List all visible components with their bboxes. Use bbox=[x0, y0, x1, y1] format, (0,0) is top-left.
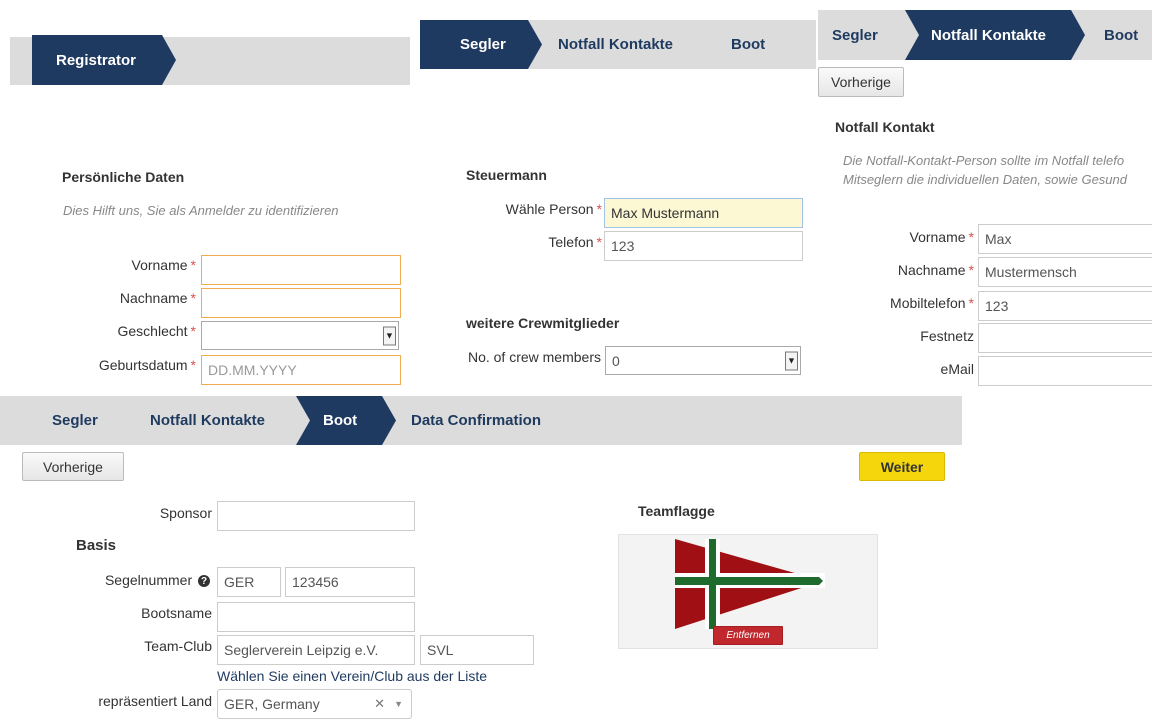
tab-segler[interactable]: Segler bbox=[52, 396, 98, 445]
section-hint: Dies Hilft uns, Sie als Anmelder zu iden… bbox=[63, 203, 339, 218]
previous-button[interactable]: Vorherige bbox=[22, 452, 124, 481]
nachname-label: Nachname * bbox=[897, 262, 974, 278]
chevron-down-icon[interactable]: ▼ bbox=[383, 326, 396, 345]
next-button[interactable]: Weiter bbox=[859, 452, 945, 481]
segelnummer-country-input[interactable]: GER bbox=[217, 567, 281, 597]
sponsor-label: Sponsor bbox=[159, 505, 212, 521]
tab-data-confirmation[interactable]: Data Confirmation bbox=[411, 396, 541, 445]
nachname-input[interactable] bbox=[201, 288, 401, 318]
basis-title: Basis bbox=[76, 537, 117, 554]
tab-registrator[interactable]: Registrator bbox=[32, 35, 176, 85]
geburtsdatum-input[interactable]: DD.MM.YYYY bbox=[201, 355, 401, 385]
nachname-label: Nachname * bbox=[119, 290, 196, 306]
festnetz-label: Festnetz bbox=[920, 328, 974, 344]
bootsname-input[interactable] bbox=[217, 602, 415, 632]
tab-boot[interactable]: Boot bbox=[296, 396, 396, 445]
email-label: eMail bbox=[940, 361, 974, 377]
person-label: Wähle Person * bbox=[505, 201, 602, 217]
tab-notfall-kontakte[interactable]: Notfall Kontakte bbox=[150, 396, 265, 445]
tab-boot[interactable]: Boot bbox=[1104, 10, 1138, 60]
section-title: Persönliche Daten bbox=[62, 169, 185, 185]
teamclub-label: Team-Club bbox=[144, 638, 212, 654]
segelnummer-input[interactable]: 123456 bbox=[285, 567, 415, 597]
crew-title: weitere Crewmitglieder bbox=[466, 315, 620, 331]
email-input[interactable] bbox=[978, 356, 1152, 386]
land-select[interactable]: GER, Germany ✕ ▼ bbox=[217, 689, 412, 719]
section-hint-line1: Die Notfall-Kontakt-Person sollte im Not… bbox=[843, 153, 1125, 168]
festnetz-input[interactable] bbox=[978, 323, 1152, 353]
section-title: Steuermann bbox=[466, 167, 547, 183]
section-title: Notfall Kontakt bbox=[835, 119, 935, 135]
teamclub-short-input[interactable]: SVL bbox=[420, 635, 534, 665]
tab-segler[interactable]: Segler bbox=[420, 20, 542, 69]
vorname-label: Vorname * bbox=[909, 229, 975, 245]
geschlecht-select[interactable]: ▼ bbox=[201, 321, 399, 350]
vorname-input[interactable] bbox=[201, 255, 401, 285]
chevron-down-icon[interactable]: ▼ bbox=[785, 351, 798, 370]
vorname-input[interactable]: Max bbox=[978, 224, 1152, 254]
mobiltelefon-input[interactable]: 123 bbox=[978, 291, 1152, 321]
segelnummer-label: Segelnummer ? bbox=[105, 572, 210, 588]
mobiltelefon-label: Mobiltelefon * bbox=[890, 295, 974, 311]
tab-notfall-kontakte[interactable]: Notfall Kontakte bbox=[905, 10, 1085, 60]
sponsor-input[interactable] bbox=[217, 501, 415, 531]
tab-segler[interactable]: Segler bbox=[832, 10, 878, 60]
tab-notfall-kontakte[interactable]: Notfall Kontakte bbox=[558, 20, 673, 69]
telefon-input[interactable]: 123 bbox=[604, 231, 803, 261]
geschlecht-label: Geschlecht * bbox=[117, 323, 197, 339]
chevron-down-icon[interactable]: ▼ bbox=[394, 699, 403, 709]
teamclub-input[interactable]: Seglerverein Leipzig e.V. bbox=[217, 635, 415, 665]
crew-select[interactable]: 0 ▼ bbox=[605, 346, 801, 375]
tab-boot[interactable]: Boot bbox=[731, 20, 765, 69]
bootsname-label: Bootsname bbox=[141, 605, 212, 621]
teamflagge-title: Teamflagge bbox=[638, 503, 715, 519]
land-label: repräsentiert Land bbox=[98, 693, 212, 709]
vorname-label: Vorname * bbox=[131, 257, 197, 273]
person-input[interactable]: Max Mustermann bbox=[604, 198, 803, 228]
telefon-label: Telefon * bbox=[548, 234, 602, 250]
club-list-link[interactable]: Wählen Sie einen Verein/Club aus der Lis… bbox=[217, 668, 487, 684]
remove-flag-button[interactable]: Entfernen bbox=[713, 626, 783, 645]
crew-label: No. of crew members bbox=[467, 349, 601, 365]
clear-icon[interactable]: ✕ bbox=[374, 696, 385, 712]
previous-button[interactable]: Vorherige bbox=[818, 67, 904, 97]
nachname-input[interactable]: Mustermensch bbox=[978, 257, 1152, 287]
geburtsdatum-label: Geburtsdatum * bbox=[98, 357, 196, 373]
help-icon[interactable]: ? bbox=[198, 575, 210, 588]
section-hint-line2: Mitseglern die individuellen Daten, sowi… bbox=[843, 172, 1127, 187]
